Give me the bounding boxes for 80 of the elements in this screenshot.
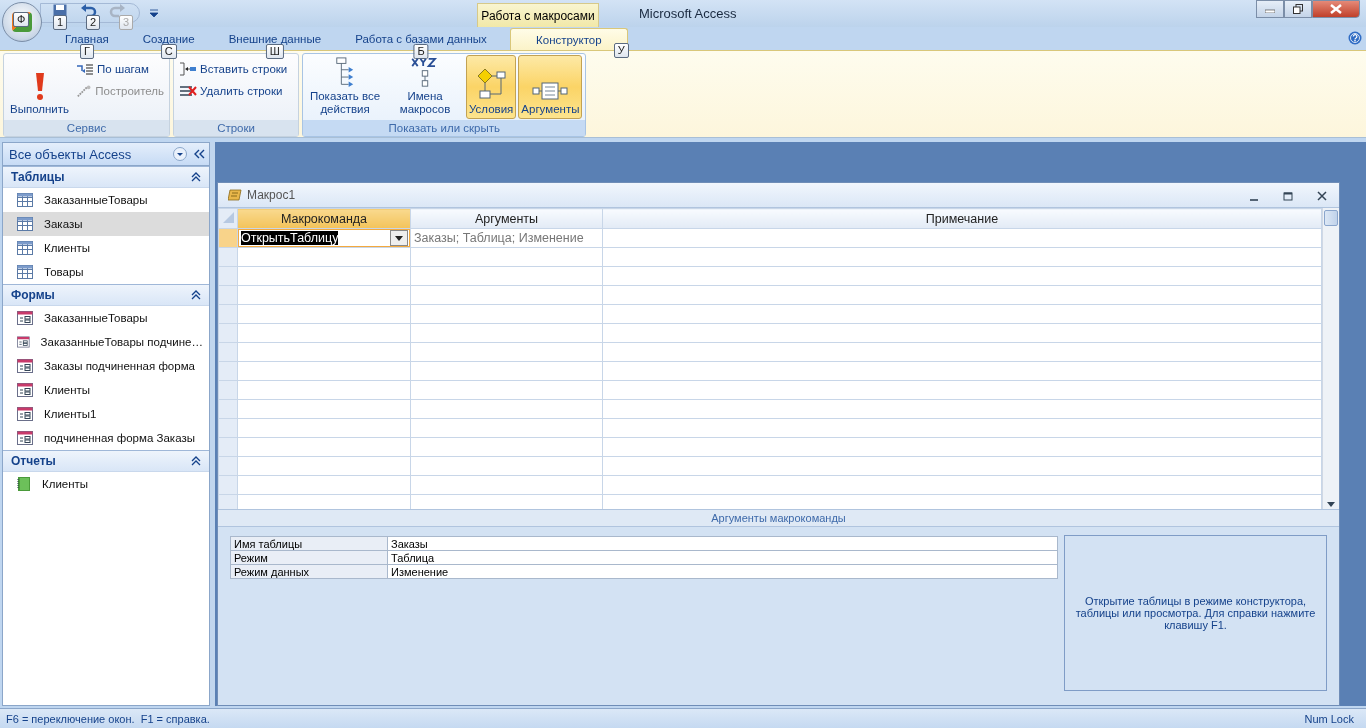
table-icon [17, 241, 33, 255]
keytip: Г [79, 44, 94, 59]
restore-button[interactable] [1284, 0, 1312, 18]
report-icon [17, 477, 31, 491]
close-button[interactable] [1315, 189, 1329, 201]
maximize-button[interactable] [1281, 189, 1295, 201]
column-header: Макрокоманда [237, 208, 411, 229]
document-title: Макрос1 [247, 188, 296, 202]
table-icon [17, 217, 33, 231]
exclamation-icon [33, 71, 46, 101]
table-icon [17, 265, 33, 279]
help-icon [1348, 31, 1362, 45]
keytip: 2 [86, 15, 101, 30]
wand-icon [76, 84, 93, 98]
form-icon [17, 407, 33, 421]
dropdown-button[interactable] [390, 230, 408, 246]
status-message: F6 = переключение окон. F1 = справка. [6, 712, 210, 725]
keytip: 3 [119, 15, 134, 30]
form-icon [17, 383, 33, 397]
close-button[interactable] [1312, 0, 1360, 18]
ribbon-button[interactable]: По шагам [74, 59, 167, 79]
keytip: Б [413, 44, 429, 59]
table-cell: Заказы; Таблица; Изменение [410, 228, 603, 248]
ribbon-button[interactable]: Показать все действия [306, 55, 385, 119]
caret-icon [395, 235, 403, 241]
ribbon-button[interactable]: Аргументы [518, 55, 583, 119]
window-title: Microsoft Access [639, 6, 737, 21]
property-name: Имя таблицы [230, 536, 388, 551]
arguments-icon [532, 81, 569, 101]
group-label: Показать или скрыть [303, 120, 586, 136]
group-label: Строки [174, 120, 299, 136]
minimize-icon [1250, 199, 1258, 201]
redo-icon [109, 4, 125, 18]
column-header: Примечание [602, 208, 1322, 229]
help-text: Открытие таблицы в режиме конструктора, таблицы или просмотра. Для справки нажмите клавишу F1. [1075, 595, 1316, 631]
keytip: Ш [265, 44, 284, 59]
form-icon [17, 311, 33, 325]
collapse-icon [191, 290, 201, 300]
scroll-down-icon [1327, 502, 1335, 507]
form-icon [17, 335, 30, 349]
dropdown-icon [173, 147, 187, 161]
section-header[interactable]: Отчеты [11, 454, 56, 468]
form-icon [17, 359, 33, 373]
ribbon-button[interactable]: Выполнить [7, 55, 73, 119]
collapse-icon [191, 456, 201, 466]
undo-icon [81, 4, 97, 18]
section-header[interactable]: Таблицы [11, 170, 65, 184]
vertical-scrollbar[interactable] [1322, 208, 1339, 509]
customize-arrow-icon [150, 9, 158, 17]
action-combo-field[interactable]: ОткрытьТаблицу [238, 229, 410, 247]
property-value-field[interactable]: Заказы [387, 536, 1058, 551]
keytip: Ф [13, 12, 30, 27]
ribbon-button[interactable]: Вставить строки [177, 59, 296, 79]
section-title: Аргументы макрокоманды [218, 509, 1339, 527]
scroll-thumb[interactable] [1324, 210, 1338, 226]
delete-rows-icon [179, 84, 198, 98]
maximize-icon [1283, 191, 1293, 201]
select-all-icon [221, 210, 235, 224]
restore-icon [1293, 4, 1303, 14]
status-indicator: Num Lock [1304, 712, 1354, 725]
flowchart-icon [475, 67, 508, 101]
table-icon [17, 193, 33, 207]
pane-title: Все объекты Access [9, 146, 132, 162]
ribbon-button[interactable]: Удалить строки [177, 81, 296, 101]
close-icon [1330, 4, 1342, 14]
keytip: 1 [53, 15, 68, 30]
form-icon [17, 431, 33, 445]
macro-scroll-icon [228, 189, 242, 201]
collapse-pane-icon [193, 148, 205, 160]
nav-item[interactable]: Заказы [3, 212, 209, 236]
contextual-tab-group-label: Работа с макросами [477, 3, 599, 27]
insert-rows-icon [179, 62, 198, 76]
ribbon-button[interactable]: Условия [466, 55, 517, 119]
group-label: Сервис [4, 120, 170, 136]
section-header[interactable]: Формы [11, 288, 55, 302]
column-header: Аргументы [410, 208, 603, 229]
keytip: С [160, 44, 177, 59]
step-list-icon [76, 62, 95, 76]
close-icon [1317, 191, 1327, 201]
collapse-icon [191, 172, 201, 182]
